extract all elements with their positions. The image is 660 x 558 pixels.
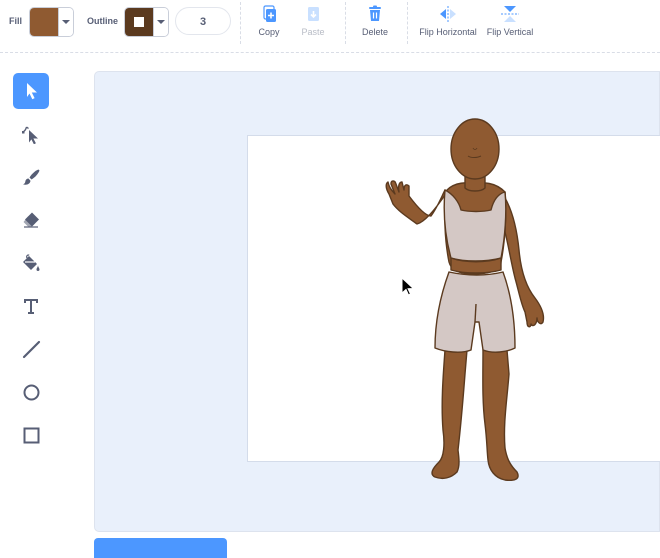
paint-toolbar: Fill Outline 3 Copy Paste Delete Flip Ho… xyxy=(0,0,660,52)
line-tool[interactable] xyxy=(13,331,49,367)
reshape-tool[interactable] xyxy=(13,116,49,152)
flip-vertical-label: Flip Vertical xyxy=(486,27,534,37)
flip-vertical-icon xyxy=(501,6,519,22)
reshape-icon xyxy=(22,126,38,144)
mouse-cursor-icon xyxy=(401,277,415,296)
fill-color-swatch[interactable] xyxy=(30,8,58,36)
line-icon xyxy=(22,340,41,359)
circle-tool[interactable] xyxy=(13,374,49,410)
flip-horizontal-icon xyxy=(440,6,456,22)
costume-person-figure[interactable] xyxy=(355,112,555,487)
outline-color-swatch[interactable] xyxy=(125,8,153,36)
paste-label: Paste xyxy=(301,27,325,37)
arrow-cursor-icon xyxy=(27,83,37,100)
select-tool[interactable] xyxy=(13,73,49,109)
eraser-tool[interactable] xyxy=(13,202,49,238)
eraser-icon xyxy=(23,212,39,228)
copy-button[interactable]: Copy xyxy=(252,4,286,44)
copy-label: Copy xyxy=(258,27,280,37)
circle-icon xyxy=(23,384,40,401)
outline-inner-square-icon xyxy=(134,17,144,27)
paste-icon xyxy=(308,7,319,21)
paste-button[interactable]: Paste xyxy=(295,4,331,44)
flip-horizontal-button[interactable]: Flip Horizontal xyxy=(418,4,478,44)
outline-label: Outline xyxy=(87,16,118,26)
chevron-down-icon xyxy=(62,20,70,24)
bottom-tab[interactable] xyxy=(94,538,227,558)
rectangle-icon xyxy=(23,427,40,444)
outline-dropdown-button[interactable] xyxy=(153,8,168,36)
chevron-down-icon xyxy=(157,20,165,24)
fill-dropdown-button[interactable] xyxy=(58,8,73,36)
delete-button[interactable]: Delete xyxy=(357,4,393,44)
text-tool[interactable] xyxy=(13,288,49,324)
rectangle-tool[interactable] xyxy=(13,417,49,453)
flip-vertical-button[interactable]: Flip Vertical xyxy=(484,4,536,44)
outline-color-picker[interactable] xyxy=(124,7,169,37)
copy-icon xyxy=(263,5,276,22)
brush-tool[interactable] xyxy=(13,159,49,195)
fill-label: Fill xyxy=(9,16,22,26)
fill-color-picker[interactable] xyxy=(29,7,74,37)
trash-icon xyxy=(369,5,381,21)
toolbar-divider xyxy=(407,2,408,44)
delete-label: Delete xyxy=(361,27,388,37)
fill-tool[interactable] xyxy=(13,245,49,281)
outline-width-input[interactable]: 3 xyxy=(175,7,231,35)
text-icon xyxy=(24,299,38,314)
brush-icon xyxy=(23,169,40,185)
toolbar-bottom-divider xyxy=(0,52,660,53)
toolbar-divider xyxy=(345,2,346,44)
paint-bucket-icon xyxy=(23,254,40,271)
toolbar-divider xyxy=(240,2,241,44)
flip-horizontal-label: Flip Horizontal xyxy=(419,27,477,37)
